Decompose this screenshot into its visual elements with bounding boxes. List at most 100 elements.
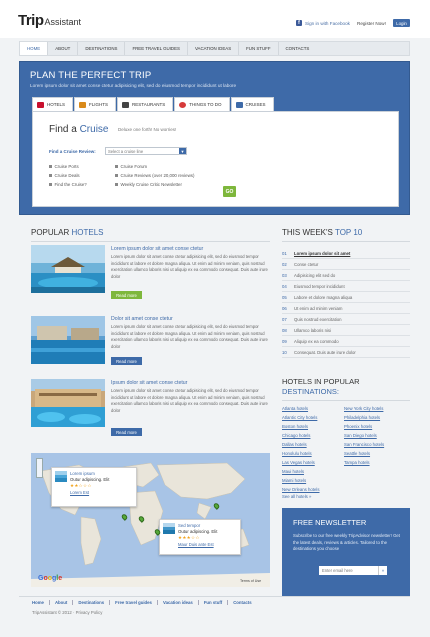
tab-things-to-do[interactable]: THINGS TO DO bbox=[174, 97, 230, 111]
hotel-image[interactable] bbox=[31, 245, 105, 293]
newsletter-email-input[interactable]: Enter email here bbox=[319, 566, 378, 575]
nav-home[interactable]: HOME bbox=[20, 42, 49, 55]
nav-about[interactable]: ABOUT bbox=[48, 42, 79, 55]
top10-item[interactable]: 05 Labore et dolore magna aliqua bbox=[282, 292, 410, 303]
tab-hotels[interactable]: HOTELS bbox=[32, 97, 74, 111]
footer-link-contacts[interactable]: Contacts bbox=[228, 600, 256, 605]
go-button[interactable]: GO bbox=[223, 186, 236, 197]
destination-link[interactable]: Atlantic City hotels bbox=[282, 415, 317, 420]
footer-link-free-travel-guides[interactable]: Free travel guides bbox=[110, 600, 158, 605]
nav-vacation-ideas[interactable]: VACATION IDEAS bbox=[188, 42, 240, 55]
top10-item[interactable]: 09 Aliquip ex ea commodo bbox=[282, 336, 410, 347]
read-more-button[interactable]: Read more bbox=[111, 291, 142, 299]
destination-link[interactable]: Boston hotels bbox=[282, 424, 308, 429]
top10-num: 04 bbox=[282, 283, 287, 289]
top10-item[interactable]: 08 Ullamco laboris nisi bbox=[282, 325, 410, 336]
tab-cruises[interactable]: CRUISES bbox=[230, 97, 274, 111]
option-label: Cruise Reviews (over 20,000 reviews) bbox=[120, 173, 195, 178]
option-newsletter[interactable]: Weekly Cruise Critic Newsletter bbox=[115, 182, 182, 187]
top10-item[interactable]: 02 Conse ctetur bbox=[282, 259, 410, 270]
option-find-cruise[interactable]: Find the Cruise? bbox=[49, 182, 87, 187]
footer-link-fun-stuff[interactable]: Fun stuff bbox=[199, 600, 229, 605]
map-popup[interactable]: Lorem ipsum Outur adipiscing. Elit ★★☆☆☆… bbox=[51, 467, 137, 507]
map-zoom-control[interactable] bbox=[36, 458, 43, 478]
bullet-icon bbox=[115, 174, 118, 177]
destination-link[interactable]: Chicago hotels bbox=[282, 433, 310, 438]
title-b: TOP 10 bbox=[334, 228, 363, 237]
map-popup[interactable]: Sed tempor Outur adipiscing. Elit ★★★☆☆ … bbox=[159, 519, 241, 555]
top10-item[interactable]: 06 Ut enim ad minim veniam bbox=[282, 303, 410, 314]
read-more-button[interactable]: Read more bbox=[111, 357, 142, 365]
login-button[interactable]: Login bbox=[393, 19, 410, 27]
newsletter-submit-button[interactable]: » bbox=[378, 566, 387, 575]
popup-line: Outur adipiscing. Elit bbox=[70, 477, 110, 482]
hotel-image[interactable] bbox=[31, 379, 105, 427]
destination-link[interactable]: Seattle hotels bbox=[344, 451, 370, 456]
popup-link[interactable]: Lorem Est bbox=[70, 490, 89, 495]
read-more-button[interactable]: Read more bbox=[111, 428, 142, 436]
hotel-title[interactable]: Lorem ipsum dolor sit amet conse ctetur bbox=[111, 246, 203, 252]
hotel-title[interactable]: Ipsum dolor sit amet conse ctetur bbox=[111, 380, 187, 386]
footer-link-vacation-ideas[interactable]: Vacation ideas bbox=[158, 600, 199, 605]
top10-item[interactable]: 03 Adipisicing elit sed do bbox=[282, 270, 410, 281]
facebook-signin[interactable]: f Sign in with Facebook bbox=[296, 20, 350, 26]
hotel-title[interactable]: Dolor sit amet conse ctetur bbox=[111, 316, 173, 322]
destination-link[interactable]: Tampa hotels bbox=[344, 460, 370, 465]
option-cruise-forum[interactable]: Cruise Forum bbox=[115, 164, 147, 169]
nav-free-travel-guides[interactable]: FREE TRAVEL GUIDES bbox=[125, 42, 188, 55]
destination-link[interactable]: Maui hotels bbox=[282, 469, 304, 474]
popup-link[interactable]: Maur Duis ante Est bbox=[178, 542, 214, 547]
destination-link[interactable]: Philadelphia hotels bbox=[344, 415, 380, 420]
ship-icon bbox=[235, 101, 243, 108]
tab-label: CRUISES bbox=[245, 102, 266, 107]
header: TripAssistant f Sign in with Facebook Re… bbox=[0, 0, 430, 38]
option-cruise-ports[interactable]: Cruise Ports bbox=[49, 164, 79, 169]
top10-num: 05 bbox=[282, 294, 287, 300]
popup-title[interactable]: Sed tempor bbox=[178, 523, 200, 528]
footer-nav: Home About Destinations Free travel guid… bbox=[32, 600, 257, 605]
footer-link-home[interactable]: Home bbox=[32, 600, 50, 605]
tab-label: FLIGHTS bbox=[89, 102, 109, 107]
destination-link[interactable]: San Diego hotels bbox=[344, 433, 377, 438]
top10-item[interactable]: 07 Quis nostrud exercitation bbox=[282, 314, 410, 325]
top10-text: Ullamco laboris nisi bbox=[294, 327, 332, 333]
nav-destinations[interactable]: DESTINATIONS bbox=[78, 42, 126, 55]
top10-text: Lorem ipsum dolor sit amet bbox=[294, 250, 351, 256]
top10-item[interactable]: 01 Lorem ipsum dolor sit amet bbox=[282, 248, 410, 259]
footer-link-destinations[interactable]: Destinations bbox=[73, 600, 111, 605]
bullet-icon bbox=[49, 183, 52, 186]
cruise-line-select[interactable]: Select a cruise line ▼ bbox=[105, 147, 187, 155]
destination-link[interactable]: San Francisco hotels bbox=[344, 442, 384, 447]
option-cruise-reviews[interactable]: Cruise Reviews (over 20,000 reviews) bbox=[115, 173, 194, 178]
hotel-image[interactable] bbox=[31, 316, 105, 364]
destination-link[interactable]: Dallas hotels bbox=[282, 442, 307, 447]
top10-num: 02 bbox=[282, 261, 287, 267]
map-terms-link[interactable]: Terms of Use bbox=[240, 579, 261, 583]
tab-flights[interactable]: FLIGHTS bbox=[74, 97, 117, 111]
option-label: Cruise Forum bbox=[120, 164, 148, 169]
top10-text: Adipisicing elit sed do bbox=[294, 272, 336, 278]
hotel-text: Lorem ipsum dolor sit amet conse ctetur … bbox=[111, 324, 268, 349]
option-cruise-deals[interactable]: Cruise Deals bbox=[49, 173, 80, 178]
popup-title[interactable]: Lorem ipsum bbox=[70, 471, 95, 476]
destination-link[interactable]: Honolulu hotels bbox=[282, 451, 312, 456]
top10-item[interactable]: 04 Eiusmod tempor incididunt bbox=[282, 281, 410, 292]
destination-link[interactable]: New York City hotels bbox=[344, 406, 383, 411]
destination-link[interactable]: Phoenix hotels bbox=[344, 424, 372, 429]
destination-link[interactable]: Las Vegas hotels bbox=[282, 460, 315, 465]
nav-fun-stuff[interactable]: FUN STUFF bbox=[239, 42, 279, 55]
nav-contacts[interactable]: CONTACTS bbox=[279, 42, 317, 55]
hotels-map[interactable]: Lorem ipsum Outur adipiscing. Elit ★★☆☆☆… bbox=[31, 453, 270, 587]
see-all-hotels-link[interactable]: See all hotels » bbox=[282, 494, 311, 499]
destination-link[interactable]: Atlanta hotels bbox=[282, 406, 308, 411]
destination-link[interactable]: Miami hotels bbox=[282, 478, 306, 483]
tab-restaurants[interactable]: RESTAURANTS bbox=[117, 97, 174, 111]
top10-num: 10 bbox=[282, 349, 287, 355]
destination-link[interactable]: New Orleans hotels bbox=[282, 487, 320, 492]
newsletter-text: Subscribe to our free weekly TripAdvisor… bbox=[293, 533, 400, 551]
logo[interactable]: TripAssistant bbox=[18, 12, 81, 29]
footer-link-about[interactable]: About bbox=[50, 600, 74, 605]
register-link[interactable]: Register Now! bbox=[357, 21, 386, 26]
star-rating: ★★☆☆☆ bbox=[70, 483, 92, 488]
top10-item[interactable]: 10 Consequat. Duis aute irure dolor bbox=[282, 347, 410, 358]
